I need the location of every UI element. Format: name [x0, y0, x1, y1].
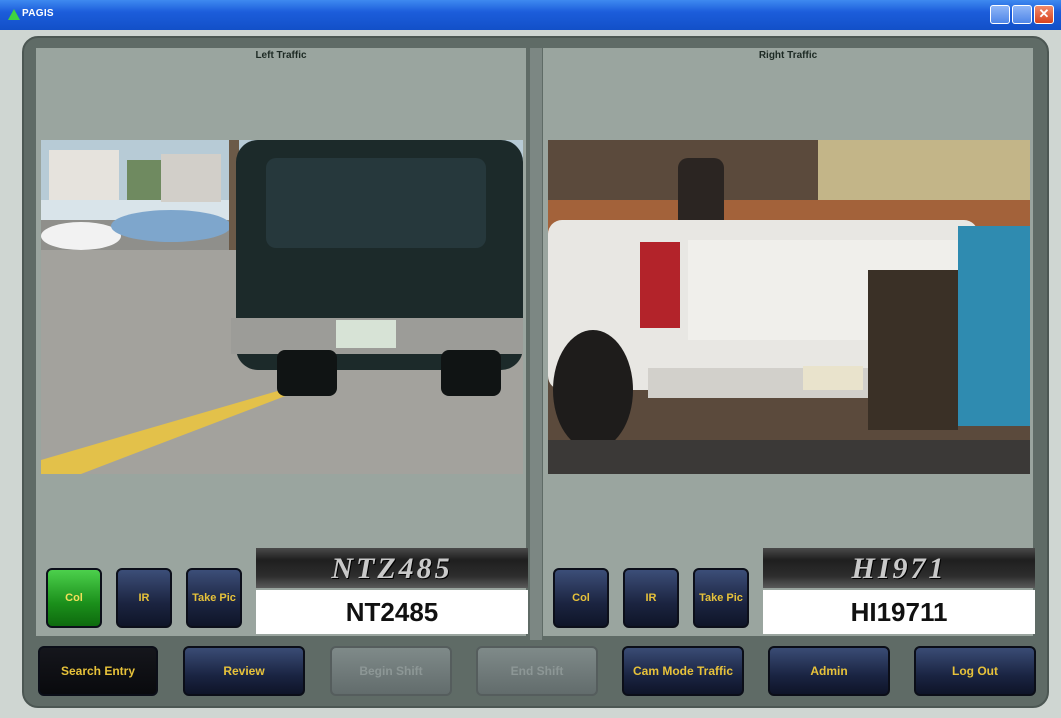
app-window: PAGIS ✕ Left Traffic Col IR Take Pic NTZ… — [0, 0, 1061, 718]
close-button[interactable]: ✕ — [1034, 5, 1054, 24]
log-out-button[interactable]: Log Out — [914, 646, 1036, 696]
maximize-button[interactable] — [1012, 5, 1032, 24]
right-camera-view — [548, 140, 1030, 474]
minimize-button[interactable] — [990, 5, 1010, 24]
left-take-pic-button[interactable]: Take Pic — [186, 568, 242, 628]
right-traffic-pane: Right Traffic Col IR Take Pic HI971 HI19… — [543, 48, 1035, 636]
right-plate-text: HI19711 — [763, 590, 1035, 634]
right-pane-title: Right Traffic — [758, 50, 818, 61]
title-bar[interactable]: PAGIS ✕ — [0, 0, 1061, 30]
right-col-button[interactable]: Col — [553, 568, 609, 628]
search-entry-button[interactable]: Search Entry — [38, 646, 158, 696]
left-ir-button[interactable]: IR — [116, 568, 172, 628]
left-camera-view — [41, 140, 523, 474]
pane-divider — [530, 48, 542, 640]
review-button[interactable]: Review — [183, 646, 305, 696]
app-icon — [8, 9, 20, 20]
right-plate-image: HI971 — [763, 548, 1035, 588]
left-plate-text: NT2485 — [256, 590, 528, 634]
left-plate-image-text: NTZ485 — [331, 552, 453, 585]
left-plate-image: NTZ485 — [256, 548, 528, 588]
left-col-button[interactable]: Col — [46, 568, 102, 628]
cam-mode-button[interactable]: Cam Mode Traffic — [622, 646, 744, 696]
right-plate-image-text: HI971 — [851, 552, 947, 585]
left-pane-title: Left Traffic — [255, 50, 307, 61]
begin-shift-button[interactable]: Begin Shift — [330, 646, 452, 696]
admin-button[interactable]: Admin — [768, 646, 890, 696]
window-title: PAGIS — [22, 8, 54, 19]
end-shift-button[interactable]: End Shift — [476, 646, 598, 696]
left-traffic-pane: Left Traffic Col IR Take Pic NTZ485 NT24… — [36, 48, 528, 636]
right-take-pic-button[interactable]: Take Pic — [693, 568, 749, 628]
right-ir-button[interactable]: IR — [623, 568, 679, 628]
